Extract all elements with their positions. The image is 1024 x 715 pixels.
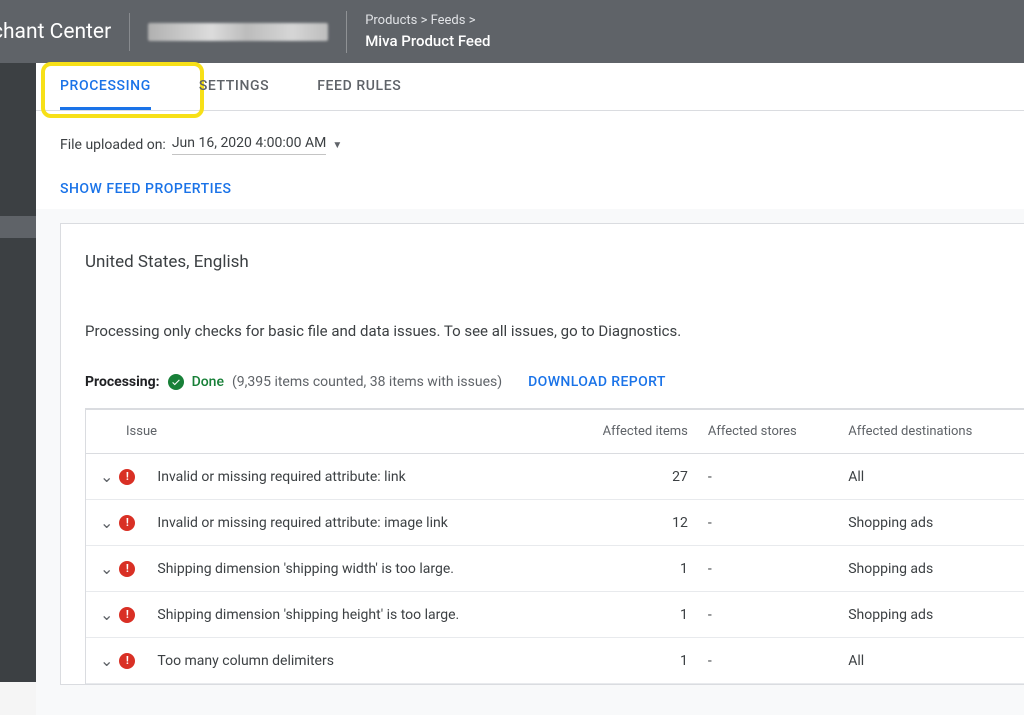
expand-toggle[interactable]: ⌄ [86, 638, 119, 684]
left-rail-highlight [0, 216, 36, 238]
error-icon: ! [119, 515, 135, 531]
tab-processing[interactable]: PROCESSING [36, 62, 175, 110]
affected-destinations: All [838, 638, 1024, 684]
download-report-link[interactable]: DOWNLOAD REPORT [528, 374, 666, 390]
account-blurred [148, 23, 328, 41]
table-row[interactable]: ⌄! Shipping dimension 'shipping height' i… [86, 592, 1024, 638]
chevron-down-icon: ▼ [332, 140, 342, 151]
expand-toggle[interactable]: ⌄ [86, 592, 119, 638]
app-logo: chant Center [0, 13, 130, 51]
subheader: File uploaded on: Jun 16, 2020 4:00:00 A… [36, 111, 1024, 209]
error-icon: ! [119, 653, 135, 669]
expand-toggle[interactable]: ⌄ [86, 454, 119, 500]
affected-stores: - [698, 454, 838, 500]
table-row[interactable]: ⌄! Invalid or missing required attribute:… [86, 454, 1024, 500]
upload-date-dropdown[interactable]: File uploaded on: Jun 16, 2020 4:00:00 A… [60, 135, 1000, 155]
done-label: Done [192, 374, 224, 390]
col-affected-destinations: Affected destinations [838, 410, 1024, 454]
expand-toggle[interactable]: ⌄ [86, 546, 119, 592]
col-affected-stores: Affected stores [698, 410, 838, 454]
tab-settings[interactable]: SETTINGS [175, 62, 293, 110]
upload-date: Jun 16, 2020 4:00:00 AM [172, 135, 327, 155]
error-icon-cell: ! [119, 592, 147, 638]
left-rail [0, 63, 36, 682]
issue-text: Invalid or missing required attribute: i… [147, 500, 562, 546]
page-content: PROCESSING SETTINGS FEED RULES File uplo… [36, 63, 1024, 682]
tab-bar: PROCESSING SETTINGS FEED RULES [36, 63, 1024, 111]
error-icon-cell: ! [119, 638, 147, 684]
table-row[interactable]: ⌄! Too many column delimiters1-All [86, 638, 1024, 684]
issue-text: Shipping dimension 'shipping height' is … [147, 592, 562, 638]
breadcrumb: Products > Feeds > Miva Product Feed [347, 13, 490, 50]
affected-destinations: Shopping ads [838, 500, 1024, 546]
tab-feed-rules[interactable]: FEED RULES [293, 62, 425, 110]
issues-table-wrap: Issue Affected items Affected stores Aff… [85, 408, 1024, 684]
breadcrumb-title: Miva Product Feed [365, 32, 490, 50]
affected-stores: - [698, 546, 838, 592]
processing-label: Processing: [85, 374, 160, 390]
error-icon-cell: ! [119, 546, 147, 592]
chevron-down-icon: ⌄ [100, 467, 113, 486]
processing-card: United States, English Processing only c… [60, 223, 1024, 685]
col-issue: Issue [86, 410, 562, 454]
affected-stores: - [698, 592, 838, 638]
breadcrumb-path: Products > Feeds > [365, 13, 490, 28]
check-circle-icon [168, 374, 184, 390]
issues-table: Issue Affected items Affected stores Aff… [86, 409, 1024, 684]
issue-text: Invalid or missing required attribute: l… [147, 454, 562, 500]
chevron-down-icon: ⌄ [100, 651, 113, 670]
table-row[interactable]: ⌄! Shipping dimension 'shipping width' is… [86, 546, 1024, 592]
affected-destinations: All [838, 454, 1024, 500]
chevron-down-icon: ⌄ [100, 559, 113, 578]
affected-items: 12 [562, 500, 698, 546]
app-header: chant Center Products > Feeds > Miva Pro… [0, 0, 1024, 63]
issue-text: Shipping dimension 'shipping width' is t… [147, 546, 562, 592]
affected-items: 1 [562, 592, 698, 638]
error-icon-cell: ! [119, 454, 147, 500]
expand-toggle[interactable]: ⌄ [86, 500, 119, 546]
affected-items: 1 [562, 546, 698, 592]
issue-text: Too many column delimiters [147, 638, 562, 684]
body-area: United States, English Processing only c… [36, 209, 1024, 715]
error-icon: ! [119, 469, 135, 485]
affected-stores: - [698, 500, 838, 546]
locale-label: United States, English [85, 252, 1024, 272]
error-icon: ! [119, 561, 135, 577]
affected-destinations: Shopping ads [838, 546, 1024, 592]
show-feed-properties-link[interactable]: SHOW FEED PROPERTIES [60, 181, 1000, 197]
affected-destinations: Shopping ads [838, 592, 1024, 638]
col-affected-items: Affected items [562, 410, 698, 454]
error-icon: ! [119, 607, 135, 623]
affected-items: 27 [562, 454, 698, 500]
processing-description: Processing only checks for basic file an… [85, 322, 1024, 340]
count-summary: (9,395 items counted, 38 items with issu… [232, 374, 502, 390]
chevron-down-icon: ⌄ [100, 513, 113, 532]
affected-items: 1 [562, 638, 698, 684]
error-icon-cell: ! [119, 500, 147, 546]
processing-status-row: Processing: Done (9,395 items counted, 3… [85, 374, 1024, 390]
affected-stores: - [698, 638, 838, 684]
chevron-down-icon: ⌄ [100, 605, 113, 624]
table-row[interactable]: ⌄! Invalid or missing required attribute:… [86, 500, 1024, 546]
upload-prefix: File uploaded on: [60, 137, 166, 153]
